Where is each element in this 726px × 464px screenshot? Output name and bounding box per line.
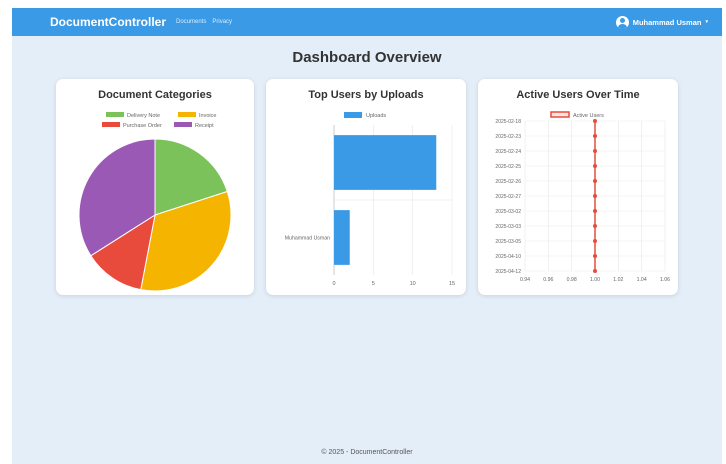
tick-label-x: 0.94 bbox=[520, 277, 530, 283]
tick-label-x: 1.06 bbox=[660, 277, 670, 283]
user-menu[interactable]: Muhammad Usman ▾ bbox=[615, 15, 708, 29]
tick-label-y: 2025-02-27 bbox=[495, 194, 521, 200]
legend-label-receipt: Receipt bbox=[195, 123, 214, 129]
nav-link-documents[interactable]: Documents bbox=[176, 19, 206, 25]
card-document-categories: Document Categories Delivery Note Invoice… bbox=[56, 79, 254, 295]
tick-label-y: 2025-02-26 bbox=[495, 179, 521, 185]
legend-label-uploads: Uploads bbox=[366, 113, 386, 119]
bar-uploads-muhammad-usman bbox=[334, 210, 350, 265]
tick-label-y: 2025-03-03 bbox=[495, 224, 521, 230]
bar-chart: Uploads 0 5 10 15 Muhammad Usman bbox=[285, 112, 455, 287]
data-point-active-users bbox=[593, 269, 597, 273]
bar-uploads-row-1 bbox=[334, 135, 437, 190]
tick-label-y: 2025-04-12 bbox=[495, 269, 521, 275]
tick-label-x: 1.04 bbox=[637, 277, 647, 283]
tick-label-x: 5 bbox=[372, 281, 375, 287]
data-point-active-users bbox=[593, 164, 597, 168]
footer: © 2025 - DocumentController bbox=[321, 449, 413, 456]
tick-label-y: 2025-02-18 bbox=[495, 119, 521, 125]
tick-label-y: 2025-02-23 bbox=[495, 134, 521, 140]
navbar: DocumentController Documents Privacy Muh… bbox=[12, 8, 722, 36]
chevron-down-icon: ▾ bbox=[705, 19, 708, 25]
app-frame: DocumentController Documents Privacy Muh… bbox=[12, 8, 722, 464]
data-point-active-users bbox=[593, 209, 597, 213]
tick-label-x: 0.96 bbox=[543, 277, 553, 283]
legend-swatch-invoice bbox=[178, 112, 196, 117]
data-point-active-users bbox=[593, 194, 597, 198]
tick-label-x: 10 bbox=[410, 281, 416, 287]
pie-chart: Delivery Note Invoice Purchase Order Receip… bbox=[78, 112, 232, 292]
data-point-active-users bbox=[593, 119, 597, 123]
tick-label-x: 0 bbox=[332, 281, 335, 287]
legend-label-active-users: Active Users bbox=[573, 113, 604, 119]
tick-label-x: 0.98 bbox=[567, 277, 577, 283]
tick-label-x: 15 bbox=[449, 281, 455, 287]
card-top-users: Top Users by Uploads Uploads 0 5 10 15 Muhamm… bbox=[266, 79, 466, 295]
data-point-active-users bbox=[593, 224, 597, 228]
page-title: Dashboard Overview bbox=[292, 49, 442, 66]
data-point-active-users bbox=[593, 179, 597, 183]
user-avatar-icon bbox=[615, 15, 629, 29]
data-point-active-users bbox=[593, 134, 597, 138]
data-point-active-users bbox=[593, 254, 597, 258]
brand-link[interactable]: DocumentController bbox=[50, 15, 166, 29]
user-name: Muhammad Usman bbox=[632, 17, 702, 27]
data-point-active-users bbox=[593, 239, 597, 243]
tick-label-y: 2025-02-25 bbox=[495, 164, 521, 170]
legend-label-invoice: Invoice bbox=[199, 113, 216, 119]
legend-swatch-receipt bbox=[174, 122, 192, 127]
tick-label-y: 2025-03-02 bbox=[495, 209, 521, 215]
tick-label-y: Muhammad Usman bbox=[285, 236, 330, 242]
card-active-users: Active Users Over Time Active Users 0.94 0… bbox=[478, 79, 678, 295]
tick-label-y: 2025-03-05 bbox=[495, 239, 521, 245]
legend-swatch-uploads bbox=[344, 112, 362, 118]
tick-label-x: 1.02 bbox=[613, 277, 623, 283]
tick-label-x: 1.00 bbox=[590, 277, 600, 283]
legend-swatch-active-users bbox=[550, 111, 570, 118]
legend-swatch-delivery-note bbox=[106, 112, 124, 117]
data-point-active-users bbox=[593, 149, 597, 153]
legend-swatch-purchase-order bbox=[102, 122, 120, 127]
line-chart: Active Users 0.94 0.96 0.98 1.00 1.02 1.04 1.06… bbox=[495, 111, 670, 283]
legend-label-purchase-order: Purchase Order bbox=[123, 123, 162, 129]
tick-label-y: 2025-04-10 bbox=[495, 254, 521, 260]
nav-link-privacy[interactable]: Privacy bbox=[212, 19, 232, 25]
tick-label-y: 2025-02-24 bbox=[495, 149, 521, 155]
legend-label-delivery-note: Delivery Note bbox=[127, 113, 160, 119]
